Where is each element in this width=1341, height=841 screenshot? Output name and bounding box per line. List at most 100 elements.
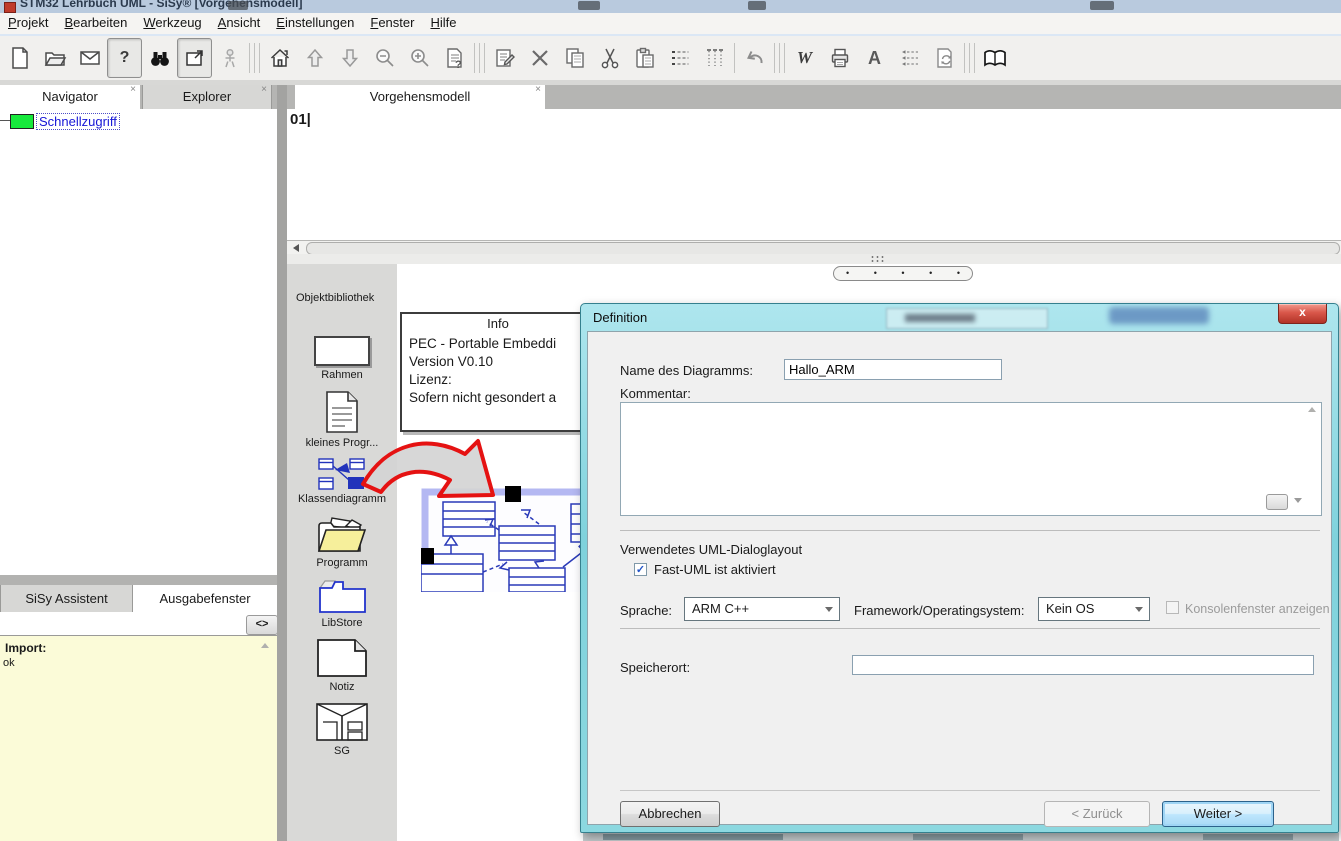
textarea-scroll-up-icon[interactable] (1308, 407, 1316, 412)
quick-access-node-icon[interactable] (10, 114, 34, 129)
help-button[interactable]: ? (107, 38, 142, 78)
info-box-line: PEC - Portable Embeddi (409, 335, 587, 353)
paste-button[interactable] (627, 38, 662, 78)
tab-navigator[interactable]: Navigator × (0, 85, 140, 109)
cut-button[interactable] (592, 38, 627, 78)
open-folder-button[interactable] (37, 38, 72, 78)
left-tabstrip: Navigator × Explorer × (0, 85, 277, 109)
import-list-button[interactable] (892, 38, 927, 78)
columns-button[interactable] (697, 38, 732, 78)
output-scroll-up-icon[interactable] (261, 643, 269, 648)
print-button[interactable] (822, 38, 857, 78)
refresh-document-button[interactable] (927, 38, 962, 78)
menu-item[interactable]: Einstellungen (268, 13, 362, 32)
object-library-item[interactable]: SG (287, 702, 397, 757)
word-export-button[interactable]: W (787, 38, 822, 78)
output-panel: Import: ok (0, 635, 277, 841)
info-box-line: Sofern nicht gesondert a (409, 389, 587, 407)
separator (620, 790, 1320, 791)
next-button[interactable]: Weiter > (1162, 801, 1274, 827)
note-icon (316, 638, 368, 678)
comment-dropdown-icon[interactable] (1294, 498, 1302, 503)
console-window-checkbox[interactable] (1166, 601, 1179, 614)
comment-textarea[interactable] (620, 402, 1322, 516)
panel-splitter[interactable] (277, 85, 287, 841)
font-button[interactable]: A (857, 38, 892, 78)
edit-properties-button[interactable] (487, 38, 522, 78)
tab-explorer[interactable]: Explorer × (142, 85, 272, 109)
zoom-out-button[interactable] (367, 38, 402, 78)
splitter-grip-icon[interactable] (870, 255, 886, 264)
copy-button[interactable] (557, 38, 592, 78)
bottom-panel-divider[interactable] (0, 575, 277, 585)
background-artifact (886, 308, 1048, 329)
refresh-document-icon (933, 46, 957, 70)
background-window-fragment (228, 1, 248, 10)
home-button[interactable] (262, 38, 297, 78)
info-box-title: Info (409, 316, 587, 331)
mail-button[interactable] (72, 38, 107, 78)
app-icon (4, 2, 16, 13)
frame-icon (314, 336, 370, 366)
tab-close-icon[interactable]: × (130, 85, 136, 95)
tab-close-icon[interactable]: × (535, 85, 541, 95)
person-button[interactable] (212, 38, 247, 78)
info-box[interactable]: Info PEC - Portable EmbeddiVersion V0.10… (400, 312, 596, 432)
outline-list-button[interactable] (662, 38, 697, 78)
new-document-button[interactable] (2, 38, 37, 78)
info-box-line: Version V0.10 (409, 353, 587, 371)
menu-item[interactable]: Hilfe (422, 13, 464, 32)
tree-item-quick-access[interactable]: Schnellzugriff (36, 113, 120, 130)
columns-icon (703, 46, 727, 70)
libstore-folder-icon (316, 578, 368, 614)
framework-dropdown[interactable]: Kein OS (1038, 597, 1150, 621)
cancel-button[interactable]: Abbrechen (620, 801, 720, 827)
location-label: Speicherort: (620, 660, 690, 675)
drag-drop-arrow (357, 432, 527, 532)
menu-item[interactable]: Ansicht (210, 13, 269, 32)
object-library-item[interactable]: LibStore (287, 578, 397, 629)
fast-uml-checkbox[interactable]: ✓ (634, 563, 647, 576)
scroll-left-button[interactable] (289, 243, 303, 253)
window-link-icon (183, 46, 207, 70)
help-icon: ? (120, 49, 130, 67)
language-label: Sprache: (620, 603, 672, 618)
bottom-tabstrip: SiSy Assistent Ausgabefenster (0, 585, 277, 612)
navigate-up-button[interactable] (297, 38, 332, 78)
dialog-close-button[interactable]: x (1278, 304, 1327, 324)
object-library-item[interactable]: Rahmen (287, 336, 397, 381)
menu-item[interactable]: Projekt (0, 13, 56, 32)
top-canvas[interactable]: 01| (287, 109, 1341, 240)
menu-item[interactable]: Werkzeug (135, 13, 209, 32)
search-button[interactable] (142, 38, 177, 78)
object-library-item-label: Programm (316, 557, 367, 569)
document-help-button[interactable]: ? (437, 38, 472, 78)
navigate-down-button[interactable] (332, 38, 367, 78)
delete-button[interactable] (522, 38, 557, 78)
zoom-in-button[interactable] (402, 38, 437, 78)
comment-expand-button[interactable] (1266, 494, 1288, 510)
expand-output-button[interactable]: <> (246, 615, 278, 635)
dialog-client-area: Name des Diagramms: Kommentar: Verwendet… (587, 331, 1332, 825)
tab-vorgehensmodell[interactable]: Vorgehensmodell × (295, 85, 545, 109)
import-list-icon (898, 46, 922, 70)
tab-sisy-assistent[interactable]: SiSy Assistent (0, 585, 133, 612)
edit-properties-icon (493, 46, 517, 70)
tab-ausgabefenster[interactable]: Ausgabefenster (133, 585, 277, 612)
menu-item[interactable]: Bearbeiten (56, 13, 135, 32)
checkmark-icon: ✓ (636, 564, 645, 576)
undo-button[interactable] (737, 38, 772, 78)
diagram-name-input[interactable] (784, 359, 1002, 380)
view-splitter-handle[interactable]: ••••• (833, 266, 973, 281)
back-button[interactable]: < Zurück (1044, 801, 1150, 827)
handbook-button[interactable] (977, 38, 1012, 78)
object-library-item[interactable]: Notiz (287, 638, 397, 693)
cut-scissors-icon (598, 46, 622, 70)
window-link-button[interactable] (177, 38, 212, 78)
zoom-out-icon (373, 46, 397, 70)
menu-item[interactable]: Fenster (362, 13, 422, 32)
language-dropdown[interactable]: ARM C++ (684, 597, 840, 621)
fast-uml-label: Fast-UML ist aktiviert (654, 562, 776, 577)
location-input[interactable] (852, 655, 1314, 675)
tab-close-icon[interactable]: × (261, 85, 267, 95)
